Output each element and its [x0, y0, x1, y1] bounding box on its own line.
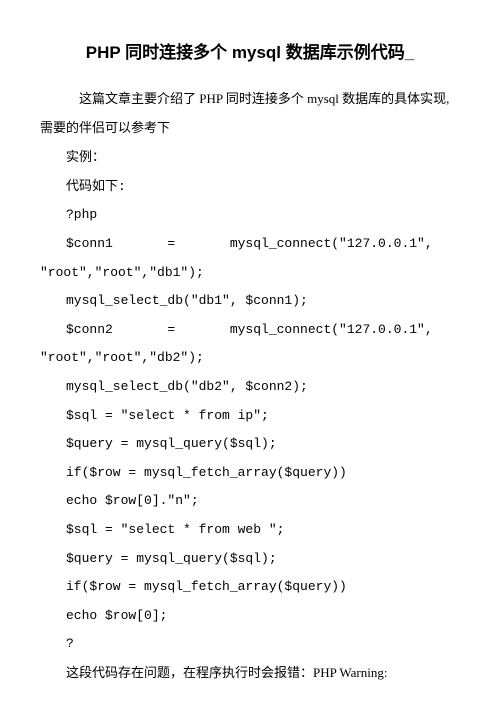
- code-line: if($row = mysql_fetch_array($query)): [40, 573, 460, 602]
- footer-paragraph: 这段代码存在问题，在程序执行时会报错：PHP Warning:: [40, 659, 460, 688]
- code-line: $conn2 = mysql_connect("127.0.0.1",: [40, 316, 460, 345]
- code-line: 代码如下:: [40, 173, 460, 202]
- code-line: mysql_select_db("db1", $conn1);: [40, 287, 460, 316]
- page-title: PHP 同时连接多个 mysql 数据库示例代码_: [40, 38, 460, 63]
- code-line: $sql = "select * from ip";: [40, 402, 460, 431]
- code-line: $query = mysql_query($sql);: [40, 545, 460, 574]
- code-line: ?php: [40, 201, 460, 230]
- code-line: if($row = mysql_fetch_array($query)): [40, 459, 460, 488]
- code-line: "root","root","db2");: [40, 344, 460, 373]
- code-line: 实例：: [40, 144, 460, 173]
- code-line: "root","root","db1");: [40, 259, 460, 288]
- code-line: $query = mysql_query($sql);: [40, 430, 460, 459]
- code-line: ?: [40, 630, 460, 659]
- code-line: mysql_select_db("db2", $conn2);: [40, 373, 460, 402]
- document-page: PHP 同时连接多个 mysql 数据库示例代码_ 这篇文章主要介绍了 PHP …: [0, 0, 500, 708]
- code-line: echo $row[0];: [40, 602, 460, 631]
- intro-paragraph: 这篇文章主要介绍了 PHP 同时连接多个 mysql 数据库的具体实现,需要的伴…: [40, 85, 460, 142]
- code-line: echo $row[0]."n";: [40, 487, 460, 516]
- code-line: $conn1 = mysql_connect("127.0.0.1",: [40, 230, 460, 259]
- code-line: $sql = "select * from web ";: [40, 516, 460, 545]
